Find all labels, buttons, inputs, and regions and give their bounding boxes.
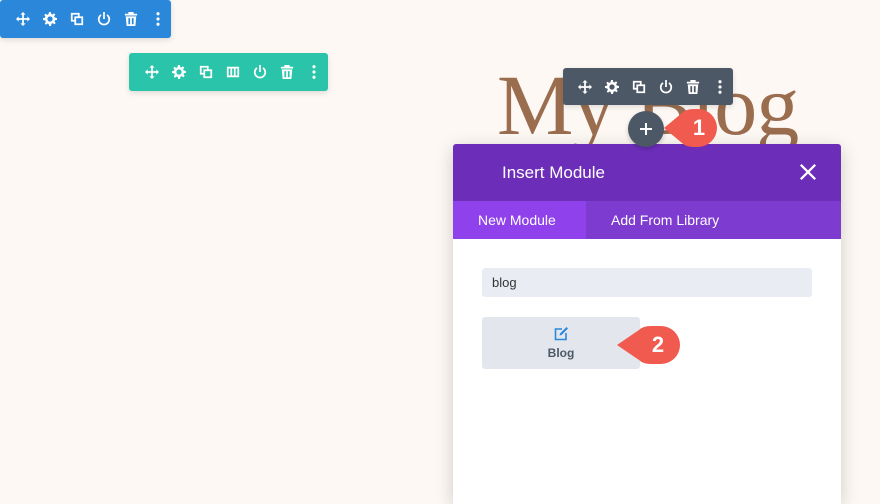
modal-title: Insert Module <box>502 162 605 182</box>
section-duplicate-button[interactable] <box>63 0 90 38</box>
insert-module-modal: Insert Module New Module Add From Librar… <box>453 144 841 504</box>
save-icon <box>659 79 673 93</box>
delete-icon <box>124 12 137 26</box>
row-save-button[interactable] <box>246 53 273 91</box>
delete-icon <box>686 79 699 94</box>
module-delete-button[interactable] <box>679 68 706 105</box>
more-icon <box>155 12 160 26</box>
duplicate-icon <box>632 80 646 93</box>
duplicate-icon <box>70 12 83 26</box>
row-columns-button[interactable] <box>219 53 246 91</box>
blog-edit-icon <box>554 327 568 341</box>
duplicate-icon <box>199 65 212 79</box>
settings-icon <box>171 65 186 79</box>
more-icon <box>311 65 316 79</box>
module-toolbar <box>563 68 733 105</box>
row-more-button[interactable] <box>300 53 327 91</box>
step-callout-1: 1 <box>664 108 718 148</box>
save-icon <box>253 65 266 79</box>
section-move-button[interactable] <box>9 0 36 38</box>
module-more-button[interactable] <box>706 68 733 105</box>
move-icon <box>15 12 30 26</box>
row-duplicate-button[interactable] <box>192 53 219 91</box>
settings-icon <box>42 12 57 26</box>
module-save-button[interactable] <box>652 68 679 105</box>
module-search-input[interactable] <box>482 268 812 297</box>
modal-tabs: New Module Add From Library <box>453 201 841 239</box>
section-more-button[interactable] <box>144 0 171 38</box>
move-icon <box>578 79 593 94</box>
section-toolbar <box>0 0 171 38</box>
delete-icon <box>280 65 293 79</box>
step-callout-2: 2 <box>617 325 681 365</box>
settings-icon <box>605 79 620 94</box>
modal-header: Insert Module <box>453 144 841 201</box>
module-duplicate-button[interactable] <box>626 68 653 105</box>
step-number: 1 <box>692 115 706 140</box>
add-module-button[interactable] <box>628 111 664 147</box>
module-result-label: Blog <box>547 346 575 360</box>
step-number: 2 <box>651 332 665 357</box>
row-toolbar <box>129 53 328 91</box>
section-save-button[interactable] <box>90 0 117 38</box>
row-move-button[interactable] <box>138 53 165 91</box>
module-settings-button[interactable] <box>599 68 626 105</box>
save-icon <box>97 12 110 26</box>
section-settings-button[interactable] <box>36 0 63 38</box>
row-delete-button[interactable] <box>273 53 300 91</box>
plus-icon <box>640 123 652 135</box>
columns-icon <box>226 66 239 78</box>
row-settings-button[interactable] <box>165 53 192 91</box>
tab-add-from-library[interactable]: Add From Library <box>586 201 719 239</box>
move-icon <box>144 65 159 79</box>
more-icon <box>717 79 722 94</box>
close-icon[interactable] <box>799 163 817 181</box>
section-delete-button[interactable] <box>117 0 144 38</box>
tab-new-module[interactable]: New Module <box>453 201 586 239</box>
module-move-button[interactable] <box>572 68 599 105</box>
